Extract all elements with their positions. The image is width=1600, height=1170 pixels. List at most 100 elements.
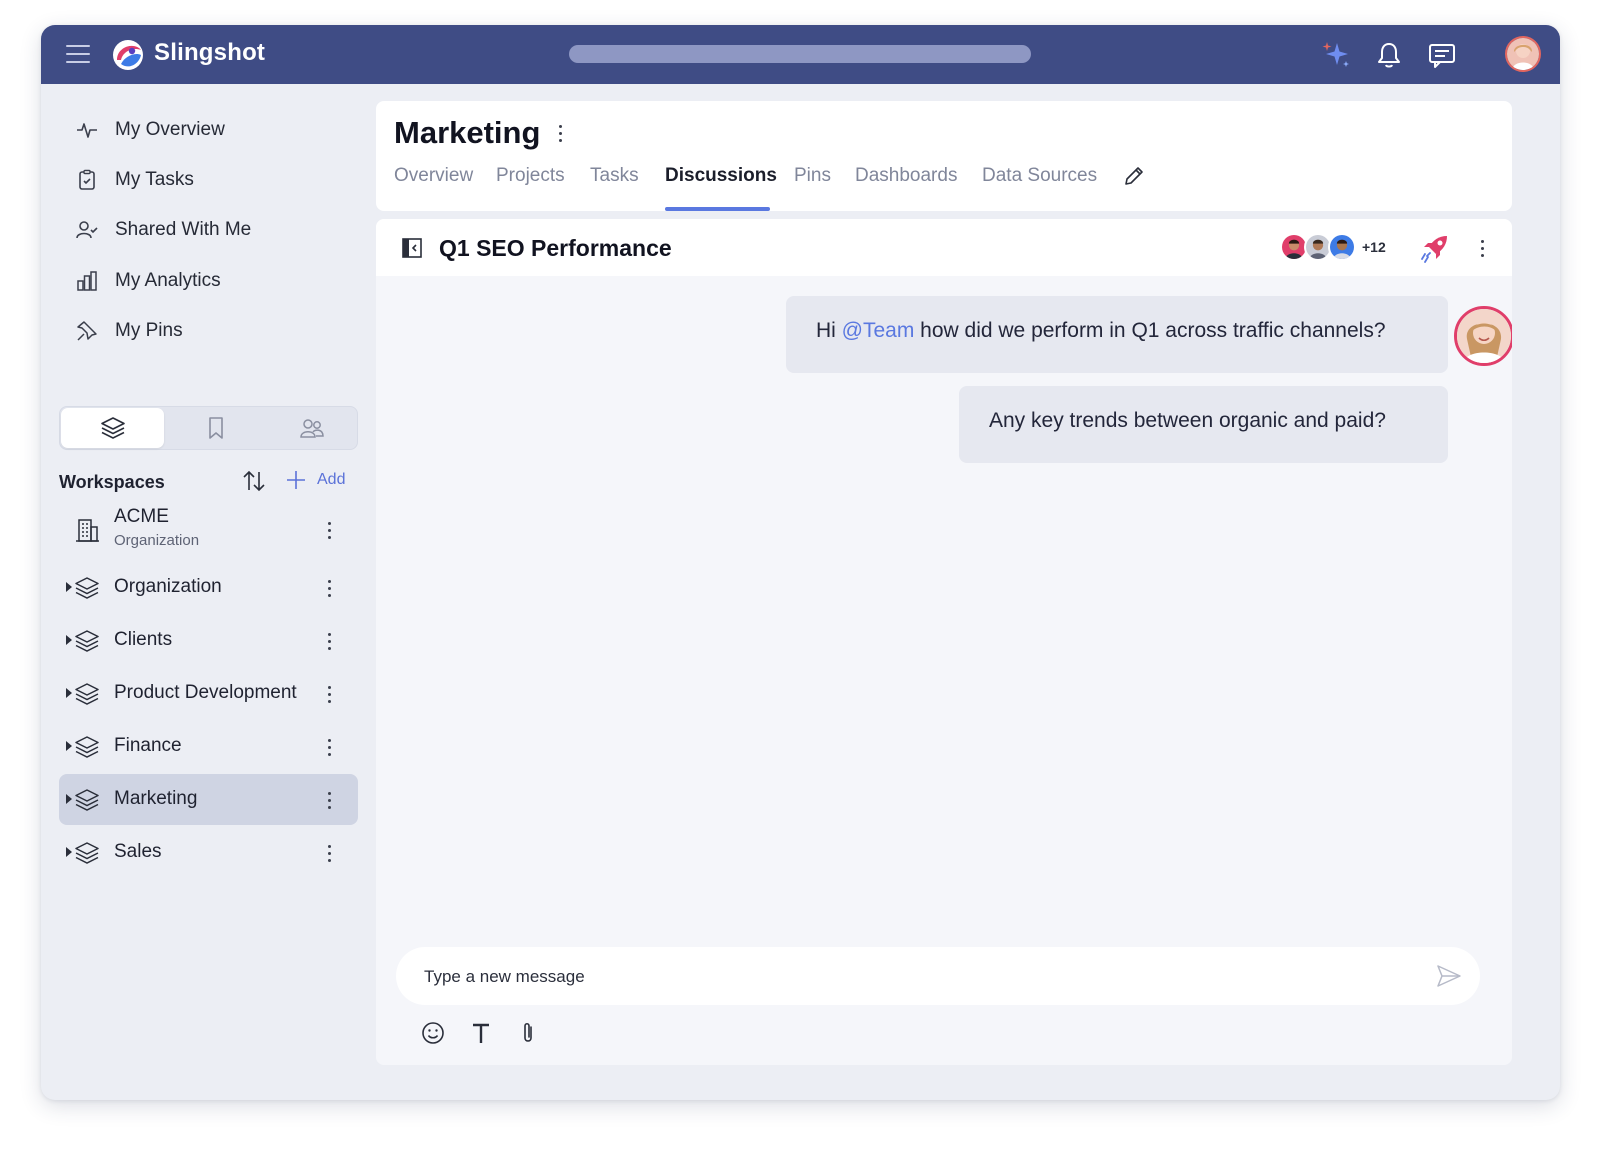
text-format-icon[interactable] bbox=[468, 1020, 494, 1046]
segment-people[interactable] bbox=[260, 408, 363, 448]
segment-bookmarks[interactable] bbox=[164, 408, 267, 448]
message-bubble: Any key trends between organic and paid? bbox=[959, 386, 1448, 463]
attachment-icon[interactable] bbox=[515, 1020, 541, 1046]
workspace-more-icon[interactable] bbox=[319, 576, 339, 600]
sidebar-item-label: My Pins bbox=[115, 320, 183, 341]
collapse-panel-icon[interactable] bbox=[401, 237, 423, 259]
expand-caret-icon[interactable] bbox=[66, 582, 72, 592]
layers-icon bbox=[75, 630, 99, 652]
top-bar: Slingshot bbox=[41, 25, 1560, 84]
add-workspace-button[interactable]: Add bbox=[285, 469, 345, 491]
layers-icon bbox=[75, 577, 99, 599]
workspace-row-clients[interactable]: Clients bbox=[59, 615, 358, 666]
active-tab-indicator bbox=[665, 207, 770, 211]
search-bar[interactable] bbox=[569, 45, 1031, 63]
pulse-icon bbox=[77, 123, 97, 138]
bar-chart-icon bbox=[77, 271, 97, 291]
layers-icon bbox=[75, 683, 99, 705]
segment-workspaces[interactable] bbox=[61, 408, 164, 448]
sender-avatar[interactable] bbox=[1454, 306, 1512, 366]
message-input[interactable] bbox=[422, 963, 1406, 991]
tab-data-sources[interactable]: Data Sources bbox=[982, 165, 1097, 187]
sidebar-segmented-control bbox=[59, 406, 358, 450]
workspace-row-organization[interactable]: Organization bbox=[59, 562, 358, 613]
expand-caret-icon[interactable] bbox=[66, 635, 72, 645]
workspace-more-icon[interactable] bbox=[319, 735, 339, 759]
sidebar-item-label: Shared With Me bbox=[115, 219, 252, 240]
workspace-row-marketing[interactable]: Marketing bbox=[59, 774, 358, 825]
sidebar-item-shared-with-me[interactable]: Shared With Me bbox=[75, 210, 355, 250]
workspaces-title: Workspaces bbox=[59, 472, 165, 492]
layers-icon bbox=[100, 417, 125, 439]
emoji-icon[interactable] bbox=[420, 1020, 446, 1046]
title-more-icon[interactable] bbox=[550, 121, 570, 145]
sidebar-item-my-tasks[interactable]: My Tasks bbox=[75, 160, 355, 200]
bell-icon[interactable] bbox=[1373, 39, 1405, 71]
slingshot-logo-icon bbox=[113, 40, 143, 70]
participant-avatar[interactable] bbox=[1328, 233, 1356, 261]
discussion-title: Q1 SEO Performance bbox=[439, 235, 672, 261]
sort-icon[interactable] bbox=[241, 468, 267, 494]
message-bubble: Hi @Team how did we perform in Q1 across… bbox=[786, 296, 1448, 373]
workspace-more-icon[interactable] bbox=[319, 629, 339, 653]
sidebar-item-my-pins[interactable]: My Pins bbox=[75, 311, 355, 351]
workspace-more-icon[interactable] bbox=[319, 682, 339, 706]
tab-pins[interactable]: Pins bbox=[794, 165, 831, 187]
participants-extra-count[interactable]: +12 bbox=[1362, 239, 1386, 255]
expand-caret-icon[interactable] bbox=[66, 847, 72, 857]
message-composer bbox=[396, 947, 1480, 1005]
workspace-name: Marketing bbox=[114, 788, 198, 809]
sidebar-item-label: My Overview bbox=[115, 119, 225, 140]
workspace-row-product-development[interactable]: Product Development bbox=[59, 668, 358, 719]
workspace-more-icon[interactable] bbox=[319, 841, 339, 865]
tab-discussions[interactable]: Discussions bbox=[665, 165, 777, 187]
sidebar-item-label: My Tasks bbox=[115, 169, 194, 190]
discussion-header: Q1 SEO Performance +12 bbox=[376, 219, 1512, 276]
sidebar-item-label: My Analytics bbox=[115, 270, 221, 291]
app-window: Slingshot My Overview My Tasks Shared Wi… bbox=[41, 25, 1560, 1100]
workspace-more-icon[interactable] bbox=[319, 788, 339, 812]
message-text: Hi bbox=[816, 319, 842, 342]
tab-overview[interactable]: Overview bbox=[394, 165, 473, 187]
layers-icon bbox=[75, 842, 99, 864]
send-icon[interactable] bbox=[1436, 964, 1462, 988]
workspace-name: Product Development bbox=[114, 682, 297, 703]
rocket-icon[interactable] bbox=[1419, 232, 1451, 264]
add-label: Add bbox=[317, 471, 346, 488]
discussion-more-icon[interactable] bbox=[1472, 236, 1492, 260]
plus-icon bbox=[287, 471, 305, 489]
workspace-row-finance[interactable]: Finance bbox=[59, 721, 358, 772]
tab-dashboards[interactable]: Dashboards bbox=[855, 165, 957, 187]
expand-caret-icon[interactable] bbox=[66, 688, 72, 698]
sidebar-item-my-analytics[interactable]: My Analytics bbox=[75, 261, 355, 301]
org-item-acme[interactable]: ACME Organization bbox=[59, 502, 358, 558]
bookmark-icon bbox=[208, 417, 223, 439]
workspace-name: Sales bbox=[114, 841, 162, 862]
org-subtitle: Organization bbox=[114, 532, 200, 549]
workspace-name: Organization bbox=[114, 576, 222, 597]
sidebar: My Overview My Tasks Shared With Me My A… bbox=[41, 84, 376, 1100]
message-text: Any key trends between organic and paid? bbox=[989, 409, 1386, 432]
app-name: Slingshot bbox=[154, 39, 266, 66]
workspaces-header: Workspaces Add bbox=[59, 461, 359, 501]
discussion-panel: Q1 SEO Performance +12 Hi @Team how did bbox=[376, 219, 1512, 1065]
tab-tasks[interactable]: Tasks bbox=[590, 165, 639, 187]
building-icon bbox=[76, 519, 99, 542]
layers-icon bbox=[75, 736, 99, 758]
tab-projects[interactable]: Projects bbox=[496, 165, 565, 187]
page-title: Marketing bbox=[394, 115, 541, 150]
expand-caret-icon[interactable] bbox=[66, 741, 72, 751]
layers-icon bbox=[75, 789, 99, 811]
expand-caret-icon[interactable] bbox=[66, 794, 72, 804]
mention-link[interactable]: @Team bbox=[842, 319, 915, 342]
workspace-row-sales[interactable]: Sales bbox=[59, 827, 358, 878]
sparkles-icon[interactable] bbox=[1319, 39, 1351, 71]
sidebar-item-my-overview[interactable]: My Overview bbox=[75, 110, 355, 150]
pin-icon bbox=[77, 321, 97, 341]
org-more-icon[interactable] bbox=[319, 518, 339, 542]
chat-icon[interactable] bbox=[1426, 39, 1458, 71]
edit-pencil-icon[interactable] bbox=[1122, 164, 1146, 188]
menu-icon[interactable] bbox=[66, 44, 90, 64]
user-check-icon bbox=[76, 221, 98, 239]
user-avatar[interactable] bbox=[1505, 36, 1541, 72]
